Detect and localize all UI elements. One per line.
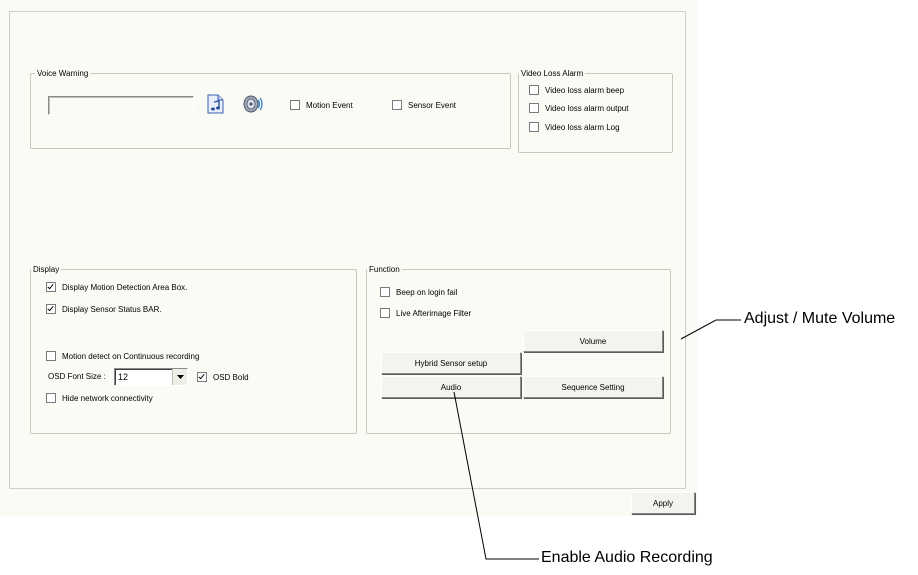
volume-callout-text: Adjust / Mute Volume	[744, 310, 896, 327]
audio-callout-text: Enable Audio Recording	[541, 549, 713, 566]
callout-lines	[453, 319, 741, 560]
audio-callout-line	[453, 391, 539, 560]
volume-callout-line	[680, 319, 741, 340]
